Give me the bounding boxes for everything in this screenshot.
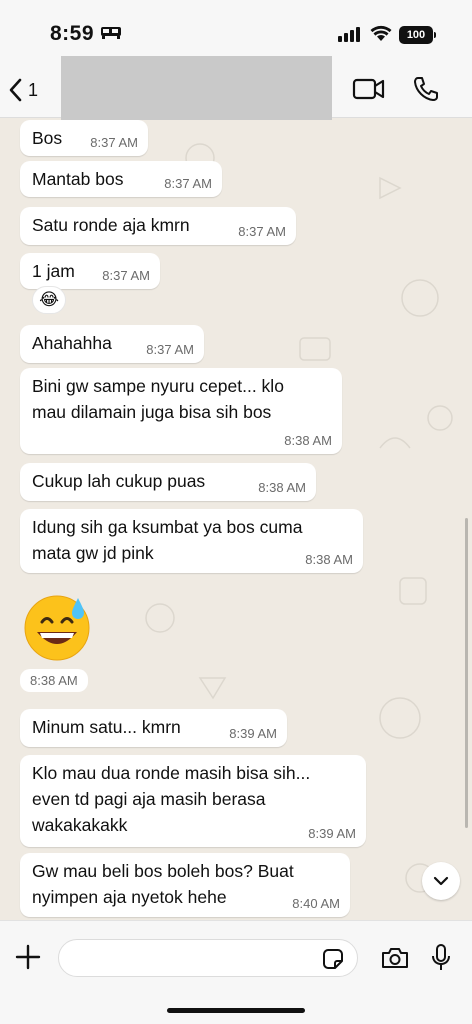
camera-button[interactable] — [380, 946, 410, 975]
message-bubble[interactable]: Minum satu... kmrn 8:39 AM — [20, 709, 287, 747]
plus-icon — [15, 944, 41, 970]
message-text: Bos — [32, 128, 63, 148]
sticker-icon — [323, 949, 343, 969]
chevron-down-icon — [433, 876, 449, 886]
battery-icon: 100 — [399, 26, 436, 44]
scroll-to-bottom-button[interactable] — [422, 862, 460, 900]
wifi-icon — [370, 25, 392, 47]
message-time: 8:37 AM — [238, 224, 286, 239]
signal-icon — [338, 26, 362, 47]
message-bubble[interactable]: Bos 8:37 AM — [20, 120, 148, 156]
message-time: 8:38 AM — [284, 433, 332, 448]
message-time: 8:38 AM — [258, 480, 306, 495]
car-icon — [100, 24, 122, 45]
message-bubble[interactable]: Ahahahha 8:37 AM — [20, 325, 204, 363]
chat-header: 1 — [0, 56, 472, 120]
status-bar: 8:59 100 — [0, 0, 472, 62]
video-camera-icon — [352, 78, 385, 100]
message-time: 8:38 AM — [20, 669, 88, 692]
message-text: Mantab bos — [32, 169, 124, 189]
message-time: 8:37 AM — [164, 176, 212, 191]
grinning-sweat-emoji-icon — [24, 595, 90, 661]
microphone-button[interactable] — [430, 943, 452, 978]
message-bubble[interactable]: Idung sih ga ksumbat ya bos cuma mata gw… — [20, 509, 363, 573]
message-bubble[interactable]: Mantab bos 8:37 AM — [20, 161, 222, 197]
status-time: 8:59 — [50, 22, 95, 45]
chevron-left-icon — [9, 78, 22, 102]
scrollbar[interactable] — [465, 518, 468, 828]
message-bubble[interactable]: Gw mau beli bos boleh bos? Buat nyimpen … — [20, 853, 350, 917]
home-indicator — [167, 1008, 305, 1013]
unread-count: 1 — [28, 79, 39, 100]
message-text: Cukup lah cukup puas — [32, 471, 206, 491]
sticker-button[interactable] — [322, 948, 344, 975]
reaction-emoji[interactable]: 😂 — [32, 286, 66, 314]
message-text: 1 jam — [32, 261, 75, 281]
message-time: 8:37 AM — [90, 135, 138, 150]
message-text: Minum satu... kmrn — [32, 717, 181, 737]
attach-button[interactable] — [14, 943, 42, 976]
contact-info-redacted[interactable] — [61, 56, 332, 120]
large-emoji-message[interactable] — [22, 592, 92, 662]
microphone-icon — [432, 944, 450, 970]
video-call-button[interactable] — [352, 77, 386, 106]
message-time: 8:37 AM — [102, 268, 150, 283]
message-bubble[interactable]: Klo mau dua ronde masih bisa sih... even… — [20, 755, 366, 847]
message-bubble[interactable]: Cukup lah cukup puas 8:38 AM — [20, 463, 316, 501]
message-text: Satu ronde aja kmrn — [32, 215, 190, 235]
message-time: 8:38 AM — [305, 552, 353, 567]
message-time: 8:37 AM — [146, 342, 194, 357]
message-bubble[interactable]: 1 jam 8:37 AM — [20, 253, 160, 289]
message-time: 8:39 AM — [308, 826, 356, 841]
voice-call-button[interactable] — [412, 75, 440, 108]
message-text: Bini gw sampe nyuru cepet... klo mau dil… — [32, 376, 284, 422]
chat-area[interactable]: Bos 8:37 AM Mantab bos 8:37 AM Satu rond… — [0, 118, 472, 920]
back-button[interactable]: 1 — [8, 74, 52, 106]
message-text: Ahahahha — [32, 333, 112, 353]
message-bubble[interactable]: Satu ronde aja kmrn 8:37 AM — [20, 207, 296, 245]
message-time: 8:40 AM — [292, 896, 340, 911]
phone-icon — [414, 77, 438, 101]
message-bubble[interactable]: Bini gw sampe nyuru cepet... klo mau dil… — [20, 368, 342, 454]
message-time: 8:39 AM — [229, 726, 277, 741]
camera-icon — [382, 948, 408, 968]
message-input[interactable] — [58, 939, 358, 977]
